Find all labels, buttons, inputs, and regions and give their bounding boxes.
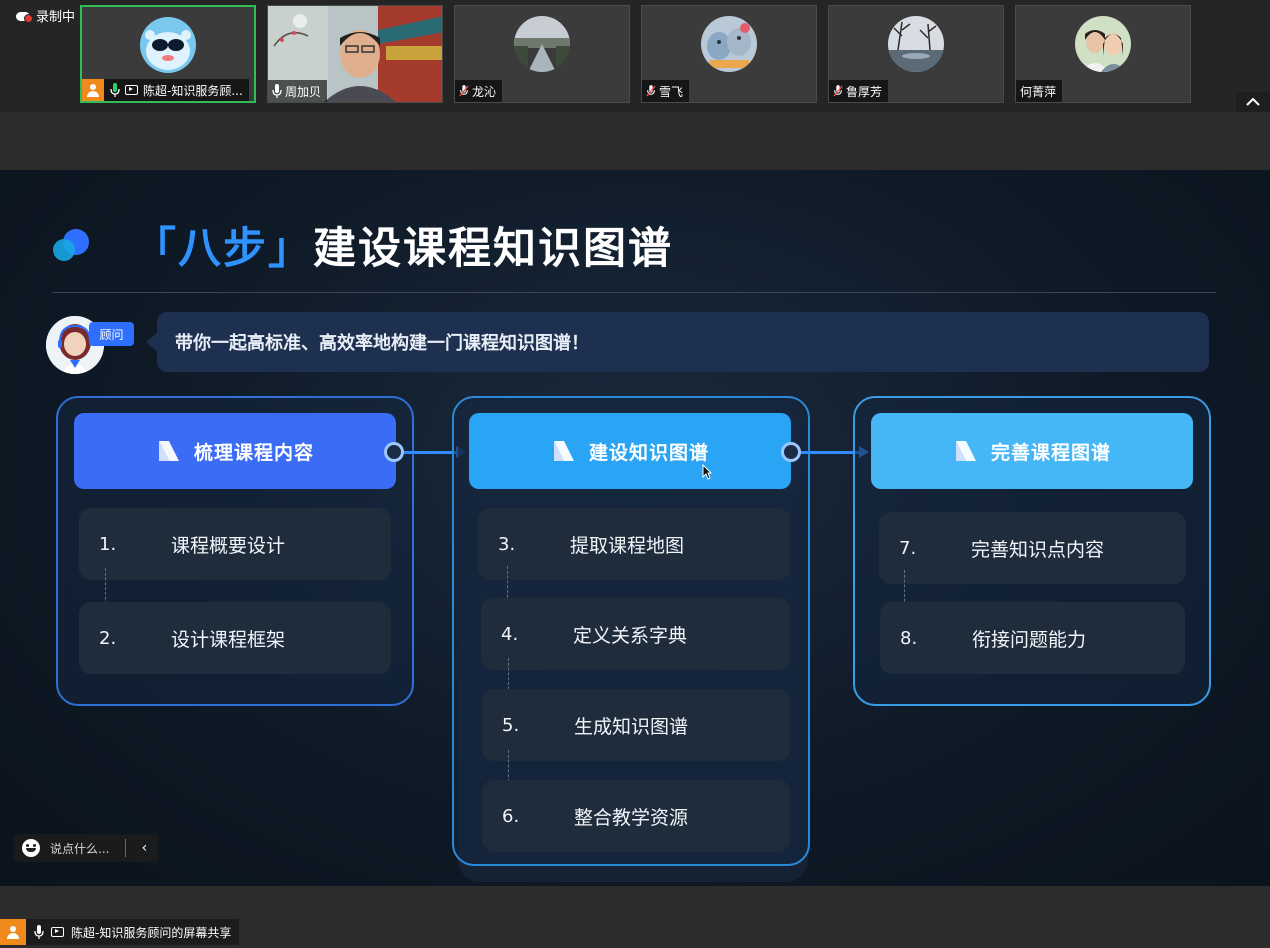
screen-share-icon bbox=[125, 85, 138, 95]
group-title: 建设知识图谱 bbox=[588, 441, 709, 464]
avatar bbox=[888, 16, 944, 72]
microphone-muted-icon bbox=[459, 85, 469, 97]
step-card-4: 4. 定义关系字典 bbox=[481, 598, 790, 670]
screen-share-icon bbox=[51, 927, 64, 937]
participant-label: 陈超-知识服务顾... bbox=[82, 79, 249, 101]
avatar bbox=[701, 16, 757, 72]
step-text: 完善知识点内容 bbox=[971, 538, 1105, 561]
cloud-record-icon bbox=[16, 10, 33, 23]
logo-icon bbox=[53, 229, 89, 261]
connector-node bbox=[384, 442, 404, 462]
participant-label: 鲁厚芳 bbox=[829, 80, 889, 102]
participant-tile-5[interactable]: 鲁厚芳 bbox=[828, 5, 1004, 103]
connector-node bbox=[781, 442, 801, 462]
step-text: 定义关系字典 bbox=[573, 624, 688, 647]
shared-screen: 「八步」建设课程知识图谱 顾问 带你一起高标准、高效率地构建一门课程知识图谱！ … bbox=[0, 170, 1270, 886]
group-header-1: 梳理课程内容 bbox=[74, 413, 396, 489]
participant-label: 雪飞 bbox=[642, 80, 690, 102]
step-text: 提取课程地图 bbox=[570, 534, 685, 557]
participant-label: 何菁萍 bbox=[1016, 80, 1063, 102]
step-number: 6. bbox=[502, 805, 520, 827]
step-text: 课程概要设计 bbox=[171, 534, 286, 557]
title-main: 建设课程知识图谱 bbox=[313, 224, 673, 274]
step-text: 整合教学资源 bbox=[574, 806, 689, 829]
document-icon bbox=[553, 441, 574, 461]
step-card-5: 5. 生成知识图谱 bbox=[482, 689, 790, 761]
connector-line bbox=[404, 451, 456, 454]
microphone-muted-icon bbox=[833, 85, 843, 97]
step-card-6: 6. 整合教学资源 bbox=[482, 780, 790, 852]
participant-name: 雪飞 bbox=[659, 84, 684, 99]
chevron-left-icon[interactable]: ‹ bbox=[136, 840, 152, 856]
participant-tile-6[interactable]: 何菁萍 bbox=[1015, 5, 1191, 103]
emoji-icon[interactable] bbox=[22, 839, 40, 857]
host-icon bbox=[82, 79, 104, 101]
microphone-icon bbox=[272, 84, 282, 98]
share-label-text: 陈超-知识服务顾问的屏幕共享 bbox=[71, 925, 232, 940]
speech-bubble: 带你一起高标准、高效率地构建一门课程知识图谱！ bbox=[146, 312, 1209, 372]
chevron-up-icon bbox=[1246, 97, 1260, 106]
participant-name: 鲁厚芳 bbox=[846, 84, 883, 99]
group-title: 完善课程图谱 bbox=[990, 441, 1111, 464]
avatar bbox=[140, 17, 196, 73]
mouse-cursor-icon bbox=[702, 464, 712, 480]
chat-input[interactable]: 说点什么... bbox=[50, 840, 109, 857]
document-icon bbox=[158, 441, 179, 461]
step-card-2: 2. 设计课程框架 bbox=[79, 602, 391, 674]
participant-tile-2[interactable]: 周加贝 bbox=[267, 5, 443, 103]
avatar bbox=[514, 16, 570, 72]
recording-label: 录制中 bbox=[36, 10, 76, 25]
participant-tile-4[interactable]: 雪飞 bbox=[641, 5, 817, 103]
microphone-icon bbox=[110, 83, 120, 97]
advisor-tag: 顾问 bbox=[89, 322, 134, 346]
step-card-7: 7. 完善知识点内容 bbox=[879, 512, 1186, 584]
step-card-1: 1. 课程概要设计 bbox=[79, 508, 391, 580]
participant-name: 陈超-知识服务顾... bbox=[143, 83, 243, 98]
document-icon bbox=[955, 441, 976, 461]
microphone-muted-icon bbox=[646, 85, 656, 97]
screen-share-label: 陈超-知识服务顾问的屏幕共享 bbox=[0, 919, 240, 945]
group-header-2: 建设知识图谱 bbox=[469, 413, 791, 489]
step-number: 4. bbox=[501, 623, 519, 645]
recording-indicator[interactable]: 录制中 bbox=[16, 6, 75, 25]
host-icon bbox=[0, 919, 26, 945]
step-card-3: 3. 提取课程地图 bbox=[478, 508, 790, 580]
step-text: 衔接问题能力 bbox=[972, 628, 1087, 651]
group-header-3: 完善课程图谱 bbox=[871, 413, 1193, 489]
title-divider bbox=[52, 292, 1216, 293]
participant-label: 周加贝 bbox=[268, 80, 328, 102]
chat-bar: 说点什么... ‹ bbox=[14, 834, 159, 862]
participant-tile-1[interactable]: 陈超-知识服务顾... bbox=[80, 5, 256, 103]
participant-name: 何菁萍 bbox=[1020, 84, 1057, 99]
participant-name: 周加贝 bbox=[285, 84, 322, 99]
step-number: 8. bbox=[900, 627, 918, 649]
toolbar-spacer bbox=[0, 112, 1270, 170]
step-text: 设计课程框架 bbox=[171, 628, 286, 651]
avatar bbox=[1075, 16, 1131, 72]
group-title: 梳理课程内容 bbox=[193, 441, 314, 464]
participant-name: 龙沁 bbox=[472, 84, 497, 99]
collapse-strip-button[interactable] bbox=[1236, 92, 1270, 112]
step-number: 7. bbox=[899, 537, 917, 559]
step-number: 1. bbox=[99, 533, 117, 555]
title-accent: 「八步」 bbox=[133, 224, 313, 274]
chat-divider bbox=[125, 839, 127, 857]
step-number: 2. bbox=[99, 627, 117, 649]
participant-tile-3[interactable]: 龙沁 bbox=[454, 5, 630, 103]
step-number: 3. bbox=[498, 533, 516, 555]
connector-line bbox=[801, 451, 859, 454]
step-card-8: 8. 衔接问题能力 bbox=[880, 602, 1185, 674]
step-text: 生成知识图谱 bbox=[574, 715, 689, 738]
microphone-icon bbox=[34, 925, 44, 939]
participant-label: 龙沁 bbox=[455, 80, 503, 102]
slide-title: 「八步」建设课程知识图谱 bbox=[133, 214, 673, 276]
step-number: 5. bbox=[502, 714, 520, 736]
